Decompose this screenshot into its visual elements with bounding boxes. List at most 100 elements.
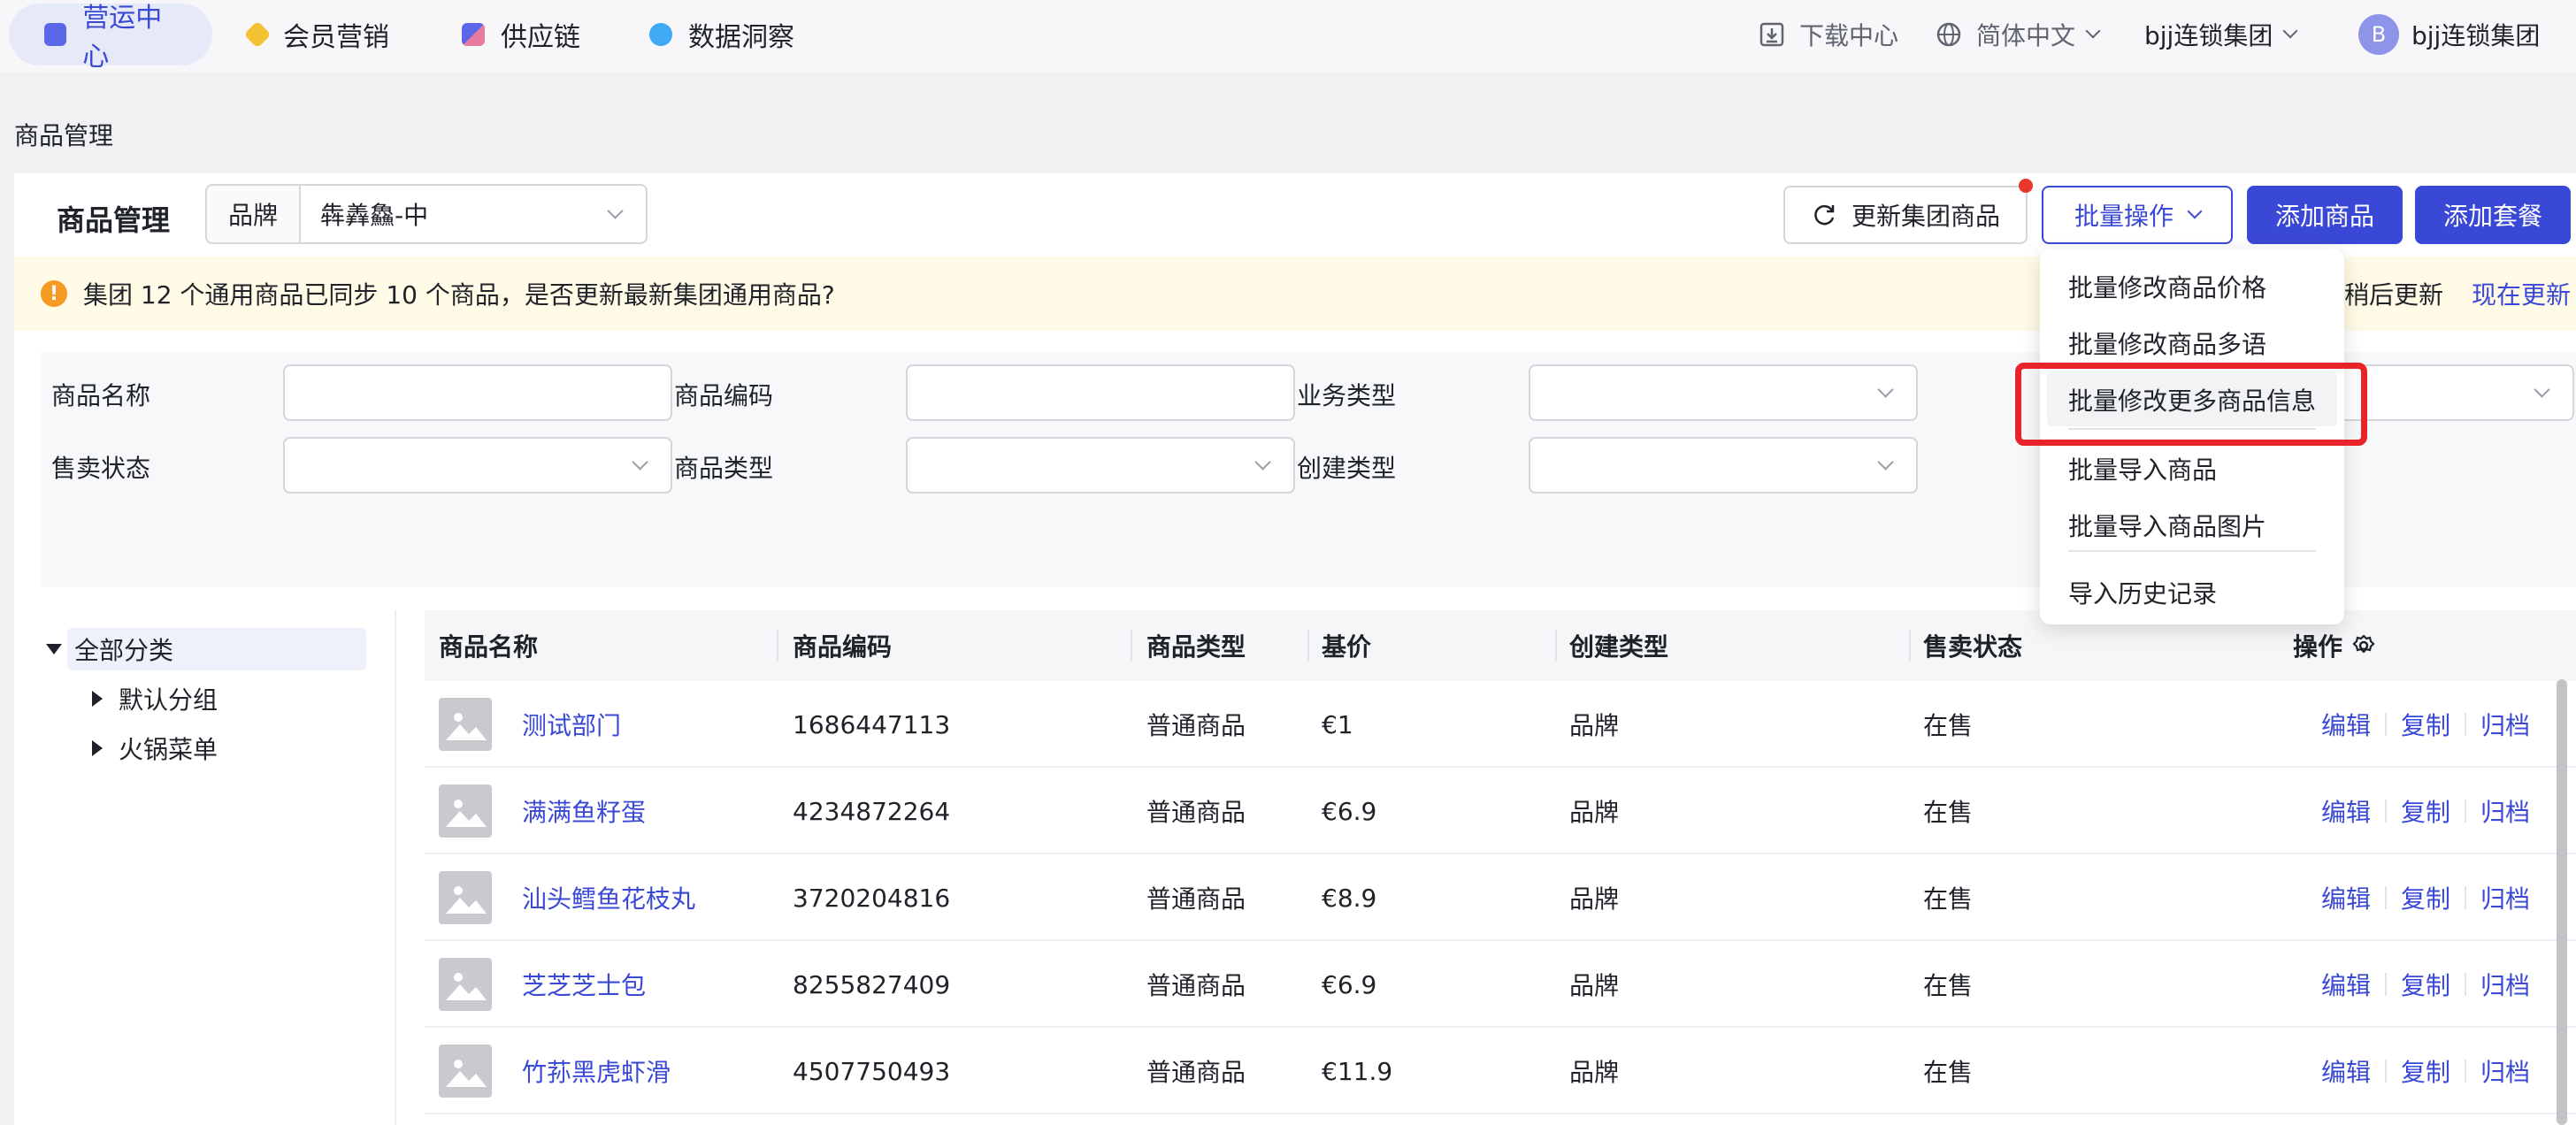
image-placeholder-icon	[439, 958, 492, 1011]
copy-link[interactable]: 复制	[2401, 793, 2450, 829]
column-header-actions-label: 操作	[2293, 632, 2343, 662]
edit-link[interactable]: 编辑	[2321, 880, 2371, 915]
row-actions: 编辑 复制 归档	[2321, 1028, 2530, 1114]
refresh-icon	[1814, 204, 1835, 226]
edit-link[interactable]: 编辑	[2321, 1053, 2371, 1089]
create-type: 品牌	[1569, 884, 1620, 914]
copy-link[interactable]: 复制	[2401, 707, 2450, 742]
copy-link[interactable]: 复制	[2401, 880, 2450, 915]
product-type: 普通商品	[1146, 711, 1246, 740]
product-name-link[interactable]: 满满鱼籽蛋	[522, 768, 646, 854]
chevron-down-icon	[2282, 23, 2298, 39]
chevron-down-icon	[2085, 23, 2101, 39]
tree-item-label: 默认分组	[119, 685, 218, 715]
nav-tab-operations[interactable]: 营运中心	[9, 3, 212, 73]
language-switcher[interactable]: 简体中文	[1936, 4, 2101, 65]
row-actions: 编辑 复制 归档	[2321, 941, 2530, 1028]
nav-tab-data-insight[interactable]: 数据洞察	[649, 4, 794, 65]
create-type: 品牌	[1569, 1058, 1620, 1087]
product-code: 4234872264	[793, 796, 951, 826]
base-price: €8.9	[1322, 883, 1377, 913]
base-price: €6.9	[1322, 796, 1377, 826]
download-center[interactable]: 下载中心	[1759, 4, 1898, 65]
action-divider	[2465, 800, 2467, 823]
edit-link[interactable]: 编辑	[2321, 793, 2371, 829]
product-code-input[interactable]	[906, 364, 1295, 421]
product-type: 普通商品	[1146, 971, 1246, 1000]
action-divider	[2385, 1060, 2388, 1083]
nav-tab-label: 供应链	[501, 22, 580, 53]
tree-item-default-group[interactable]: 默认分组	[92, 681, 218, 716]
menu-item-batch-import-products[interactable]: 批量导入商品	[2068, 451, 2217, 486]
menu-item-batch-edit-price[interactable]: 批量修改商品价格	[2068, 269, 2266, 304]
column-header-price: 基价	[1322, 632, 1372, 662]
menu-item-batch-edit-multilang[interactable]: 批量修改商品多语	[2068, 325, 2266, 361]
sale-status-label: 售卖状态	[50, 454, 150, 483]
download-center-label: 下载中心	[1799, 21, 1899, 50]
product-name-link[interactable]: 测试部门	[522, 681, 621, 768]
avatar: B	[2358, 14, 2399, 55]
column-header-create-type: 创建类型	[1569, 632, 1669, 662]
top-nav: 营运中心 会员营销 供应链 数据洞察 下载中心 简体中文 bjj连锁集团 B b…	[0, 0, 2576, 73]
edit-link[interactable]: 编辑	[2321, 967, 2371, 1002]
archive-link[interactable]: 归档	[2480, 967, 2530, 1002]
edit-link[interactable]: 编辑	[2321, 707, 2371, 742]
product-type: 普通商品	[1146, 798, 1246, 827]
table-row: 满满鱼籽蛋 4234872264 普通商品 €6.9 品牌 在售 编辑 复制 归…	[425, 768, 2576, 854]
create-type-select[interactable]	[1529, 437, 1918, 494]
caret-right-icon	[92, 740, 103, 756]
tree-item-hotpot-menu[interactable]: 火锅菜单	[92, 731, 218, 766]
product-code: 4507750493	[793, 1056, 951, 1086]
product-type-select[interactable]	[906, 437, 1295, 494]
member-marketing-icon	[243, 20, 272, 49]
user-menu[interactable]: B bjj连锁集团	[2358, 4, 2540, 65]
business-type-select[interactable]	[1529, 364, 1918, 421]
update-later-link[interactable]: 稍后更新	[2344, 256, 2443, 331]
product-name-label: 商品名称	[50, 381, 150, 410]
nav-tab-label: 会员营销	[283, 22, 389, 53]
table-row: 竹荪黑虎虾滑 4507750493 普通商品 €11.9 品牌 在售 编辑 复制…	[425, 1028, 2576, 1114]
page-title: 商品管理	[57, 203, 171, 237]
product-name-input[interactable]	[283, 364, 672, 421]
action-divider	[2385, 713, 2388, 736]
sale-status: 在售	[1923, 1058, 1974, 1087]
org-switcher[interactable]: bjj连锁集团	[2144, 4, 2298, 65]
column-divider	[777, 630, 778, 662]
update-group-products-button[interactable]: 更新集团商品	[1783, 186, 2028, 244]
gear-icon[interactable]	[2351, 633, 2376, 658]
brand-select[interactable]: 品牌 犇羴鱻-中	[205, 184, 648, 244]
sale-status-select[interactable]	[283, 437, 672, 494]
caret-right-icon	[92, 691, 103, 707]
add-product-button[interactable]: 添加商品	[2247, 186, 2403, 244]
column-header-name: 商品名称	[439, 632, 539, 662]
chevron-down-icon	[1877, 381, 1894, 398]
table-scrollbar[interactable]	[2557, 679, 2567, 1125]
nav-tab-label: 数据洞察	[688, 22, 794, 53]
brand-select-label: 品牌	[207, 186, 301, 242]
action-divider	[2465, 973, 2467, 996]
copy-link[interactable]: 复制	[2401, 967, 2450, 1002]
download-icon	[1760, 22, 1784, 47]
org-label: bjj连锁集团	[2144, 21, 2273, 50]
sale-status: 在售	[1923, 884, 1974, 914]
copy-link[interactable]: 复制	[2401, 1053, 2450, 1089]
sale-status: 在售	[1923, 711, 1974, 740]
batch-operations-button[interactable]: 批量操作	[2042, 186, 2233, 244]
product-name-link[interactable]: 芝芝芝士包	[522, 941, 646, 1028]
add-combo-button[interactable]: 添加套餐	[2415, 186, 2571, 244]
nav-tab-supply-chain[interactable]: 供应链	[462, 4, 580, 65]
menu-divider	[2068, 550, 2316, 552]
archive-link[interactable]: 归档	[2480, 1053, 2530, 1089]
menu-item-import-history[interactable]: 导入历史记录	[2068, 575, 2217, 610]
nav-tab-member-marketing[interactable]: 会员营销	[243, 4, 389, 65]
tree-item-all[interactable]: 全部分类	[46, 631, 173, 667]
product-thumbnail	[439, 854, 492, 941]
product-name-link[interactable]: 竹荪黑虎虾滑	[522, 1028, 671, 1114]
archive-link[interactable]: 归档	[2480, 707, 2530, 742]
archive-link[interactable]: 归档	[2480, 793, 2530, 829]
update-now-link[interactable]: 现在更新	[2472, 256, 2571, 331]
archive-link[interactable]: 归档	[2480, 880, 2530, 915]
column-divider	[1307, 630, 1309, 662]
product-name-link[interactable]: 汕头鳕鱼花枝丸	[522, 854, 695, 941]
menu-item-batch-import-images[interactable]: 批量导入商品图片	[2068, 508, 2266, 543]
